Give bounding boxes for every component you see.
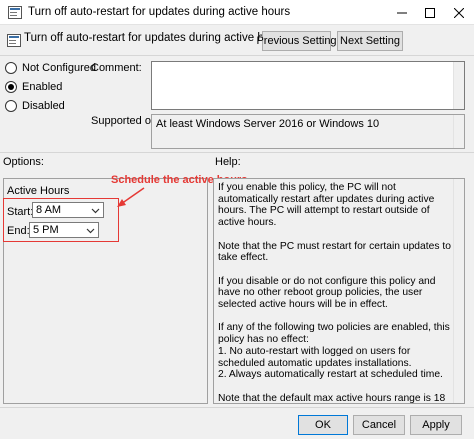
divider [0,55,474,56]
supported-on-label: Supported on: [91,115,161,127]
minimize-icon [397,12,407,13]
help-label: Help: [215,156,241,168]
previous-setting-button[interactable]: Previous Setting [256,31,337,51]
comment-scrollbar[interactable] [453,62,464,109]
next-setting-button[interactable]: Next Setting [337,31,403,51]
help-pane: If you enable this policy, the PC will n… [213,178,465,404]
active-hours-label: Active Hours [7,185,70,197]
help-paragraph: If any of the following two policies are… [218,322,450,381]
supported-on-field: At least Windows Server 2016 or Windows … [151,114,465,149]
radio-circle-selected [5,81,17,93]
close-button[interactable] [444,0,474,25]
annotation-highlight-box [3,198,119,242]
divider [0,152,474,153]
radio-circle [5,62,17,74]
help-paragraph: Note that the default max active hours r… [218,392,446,404]
comment-field[interactable] [151,61,465,110]
help-text: If you enable this policy, the PC will n… [218,182,458,404]
options-label: Options: [3,156,44,168]
radio-not-configured[interactable]: Not Configured [5,62,96,74]
minimize-button[interactable] [387,0,417,25]
policy-title: Turn off auto-restart for updates during… [24,32,287,44]
help-paragraph: If you enable this policy, the PC will n… [218,182,435,229]
radio-circle [5,100,17,112]
window-title: Turn off auto-restart for updates during… [28,6,291,18]
help-paragraph: Note that the PC must restart for certai… [218,240,451,264]
cancel-button[interactable]: Cancel [353,415,405,435]
help-scrollbar[interactable] [453,179,464,403]
maximize-icon [425,7,435,18]
supported-on-value: At least Windows Server 2016 or Windows … [156,118,380,130]
help-paragraph: If you disable or do not configure this … [218,275,436,310]
title-bar: Turn off auto-restart for updates during… [0,0,474,25]
comment-label: Comment: [91,62,142,74]
policy-settings-icon [8,6,22,19]
close-icon [454,7,464,18]
apply-button[interactable]: Apply [410,415,462,435]
supported-scrollbar[interactable] [453,115,464,148]
radio-disabled[interactable]: Disabled [5,100,65,112]
radio-label: Not Configured [22,62,96,74]
ok-button[interactable]: OK [298,415,348,435]
radio-label: Enabled [22,81,63,93]
policy-settings-icon [7,34,21,47]
radio-enabled[interactable]: Enabled [5,81,62,93]
radio-label: Disabled [22,100,65,112]
divider [0,407,474,408]
annotation-arrow-icon [117,187,145,207]
maximize-button[interactable] [415,0,445,25]
